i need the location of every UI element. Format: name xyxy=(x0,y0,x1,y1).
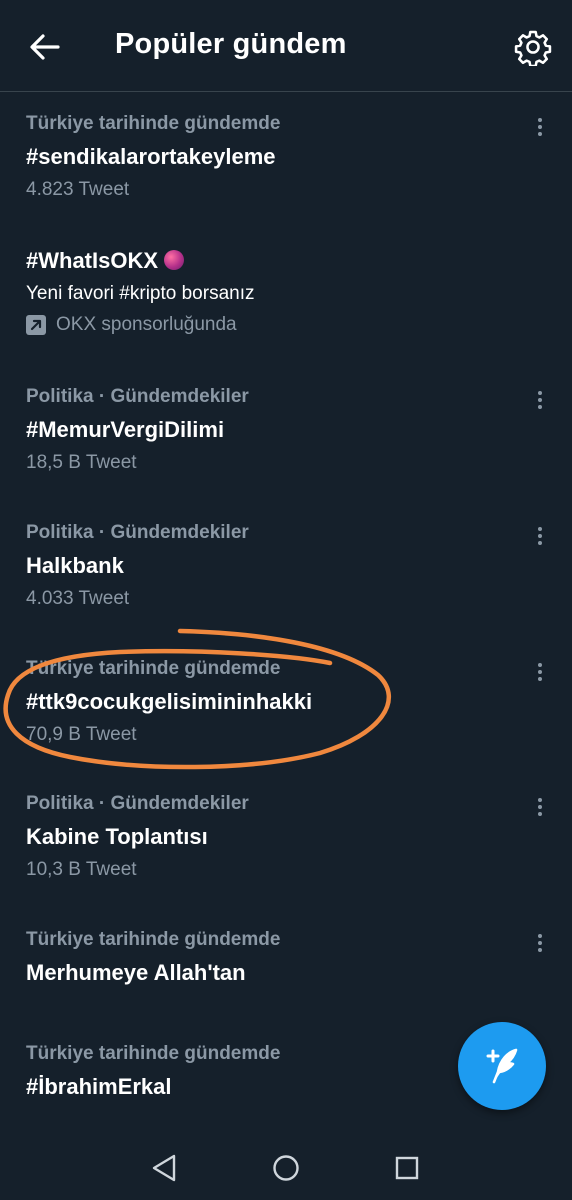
trend-name: Halkbank xyxy=(26,553,124,578)
trend-item[interactable]: Türkiye tarihinde gündemde Merhumeye All… xyxy=(0,929,572,986)
compose-tweet-button[interactable] xyxy=(458,1022,546,1110)
trend-name: #sendikalarortakeyleme xyxy=(26,144,276,169)
nav-home-icon[interactable] xyxy=(272,1154,300,1182)
gear-icon[interactable] xyxy=(514,28,552,66)
nav-recents-icon[interactable] xyxy=(395,1156,419,1180)
trend-name: #WhatIsOKX xyxy=(26,248,159,273)
okx-logo-icon xyxy=(164,250,185,270)
trend-context: Politika · Gündemdekiler xyxy=(26,386,249,407)
trend-context: Politika · Gündemdekiler xyxy=(26,522,249,543)
trend-context: Türkiye tarihinde gündemde xyxy=(26,658,281,679)
page-title: Popüler gündem xyxy=(115,28,347,60)
more-options-icon[interactable] xyxy=(530,115,550,141)
trend-tweet-count: 4.033 Tweet xyxy=(26,588,130,609)
promoted-by-text: OKX sponsorluğunda xyxy=(56,314,237,335)
compose-tweet-icon xyxy=(486,1048,518,1084)
more-options-icon[interactable] xyxy=(530,931,550,957)
trend-item[interactable]: Politika · Gündemdekiler Halkbank 4.033 … xyxy=(0,522,572,610)
more-options-icon[interactable] xyxy=(530,524,550,550)
trend-description: Yeni favori #kripto borsanız xyxy=(26,283,255,304)
more-options-icon[interactable] xyxy=(530,388,550,414)
trend-item[interactable]: Türkiye tarihinde gündemde #ttk9cocukgel… xyxy=(0,658,572,746)
promoted-trend-item[interactable]: #WhatIsOKX Yeni favori #kripto borsanız … xyxy=(0,248,572,336)
more-options-icon[interactable] xyxy=(530,660,550,686)
trend-context: Türkiye tarihinde gündemde xyxy=(26,929,281,950)
promoted-label: OKX sponsorluğunda xyxy=(26,314,572,336)
trend-name: Merhumeye Allah'tan xyxy=(26,960,246,985)
top-bar: Popüler gündem xyxy=(0,0,572,92)
trend-item[interactable]: Politika · Gündemdekiler Kabine Toplantı… xyxy=(0,793,572,881)
trend-name: Kabine Toplantısı xyxy=(26,824,208,849)
promoted-arrow-icon xyxy=(26,315,46,335)
trend-context: Türkiye tarihinde gündemde xyxy=(26,113,281,134)
nav-back-icon[interactable] xyxy=(150,1153,178,1183)
trend-item[interactable]: Politika · Gündemdekiler #MemurVergiDili… xyxy=(0,386,572,474)
trend-item[interactable]: Türkiye tarihinde gündemde #sendikalaror… xyxy=(0,113,572,201)
trend-name-row: #WhatIsOKX xyxy=(26,248,572,274)
trend-tweet-count: 18,5 B Tweet xyxy=(26,452,137,473)
trend-tweet-count: 70,9 B Tweet xyxy=(26,724,137,745)
arrow-left-icon[interactable] xyxy=(28,30,62,64)
trend-context: Politika · Gündemdekiler xyxy=(26,793,249,814)
trend-name: #MemurVergiDilimi xyxy=(26,417,225,442)
more-options-icon[interactable] xyxy=(530,795,550,821)
trend-tweet-count: 10,3 B Tweet xyxy=(26,859,137,880)
trend-name: #ttk9cocukgelisimininhakki xyxy=(26,689,313,714)
trend-tweet-count: 4.823 Tweet xyxy=(26,179,130,200)
